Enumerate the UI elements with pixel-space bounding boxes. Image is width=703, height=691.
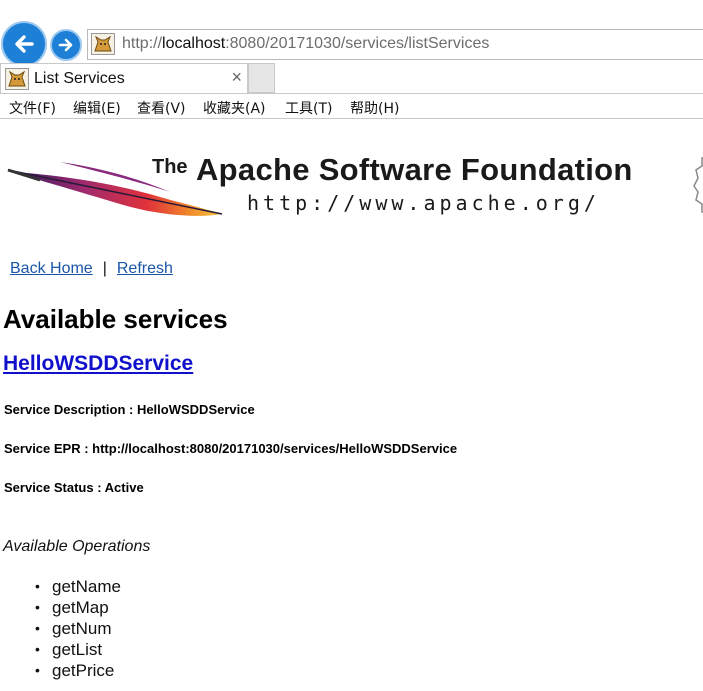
menu-view[interactable]: 查看(V) xyxy=(137,98,186,118)
gear-icon xyxy=(693,157,703,213)
operations-list: getName getMap getNum getList getPrice xyxy=(0,576,121,681)
tab-list-services[interactable]: List Services × xyxy=(0,63,248,93)
refresh-link[interactable]: Refresh xyxy=(117,260,173,277)
tab-title: List Services xyxy=(34,70,125,87)
arrow-right-icon xyxy=(58,38,73,52)
back-button[interactable] xyxy=(1,21,47,67)
address-bar[interactable]: http://localhost:8080/20171030/services/… xyxy=(87,29,703,60)
page-title: Available services xyxy=(3,304,228,334)
menu-file[interactable]: 文件(F) xyxy=(9,98,56,118)
link-separator: | xyxy=(102,260,107,277)
close-tab-icon[interactable]: × xyxy=(231,67,242,88)
address-url[interactable]: http://localhost:8080/20171030/services/… xyxy=(122,35,489,53)
service-description: Service Description : HelloWSDDService xyxy=(4,402,255,417)
service-name-link[interactable]: HelloWSDDService xyxy=(3,352,193,376)
service-epr: Service EPR : http://localhost:8080/2017… xyxy=(4,441,458,456)
forward-button[interactable] xyxy=(50,29,82,61)
list-item: getPrice xyxy=(0,660,121,681)
banner-url: http://www.apache.org/ xyxy=(247,191,600,215)
menu-tools[interactable]: 工具(T) xyxy=(285,98,332,118)
banner-the: The xyxy=(152,156,188,178)
list-item: getMap xyxy=(0,597,121,618)
list-item: getName xyxy=(0,576,121,597)
nav-links: Back Home | Refresh xyxy=(10,260,173,278)
service-status: Service Status : Active xyxy=(4,480,144,495)
tomcat-tab-icon xyxy=(5,68,29,90)
list-item: getNum xyxy=(0,618,121,639)
menu-help[interactable]: 帮助(H) xyxy=(350,98,399,118)
arrow-left-icon xyxy=(15,35,34,53)
operations-heading: Available Operations xyxy=(3,538,151,555)
menu-edit[interactable]: 编辑(E) xyxy=(73,98,121,118)
menu-bar: 文件(F) 编辑(E) 查看(V) 收藏夹(A) 工具(T) 帮助(H) xyxy=(0,93,703,119)
tomcat-favicon-icon xyxy=(91,33,115,55)
back-home-link[interactable]: Back Home xyxy=(10,260,93,277)
menu-favorites[interactable]: 收藏夹(A) xyxy=(203,98,266,118)
banner-title: Apache Software Foundation xyxy=(196,152,633,187)
new-tab-button[interactable] xyxy=(248,63,275,93)
list-item: getList xyxy=(0,639,121,660)
